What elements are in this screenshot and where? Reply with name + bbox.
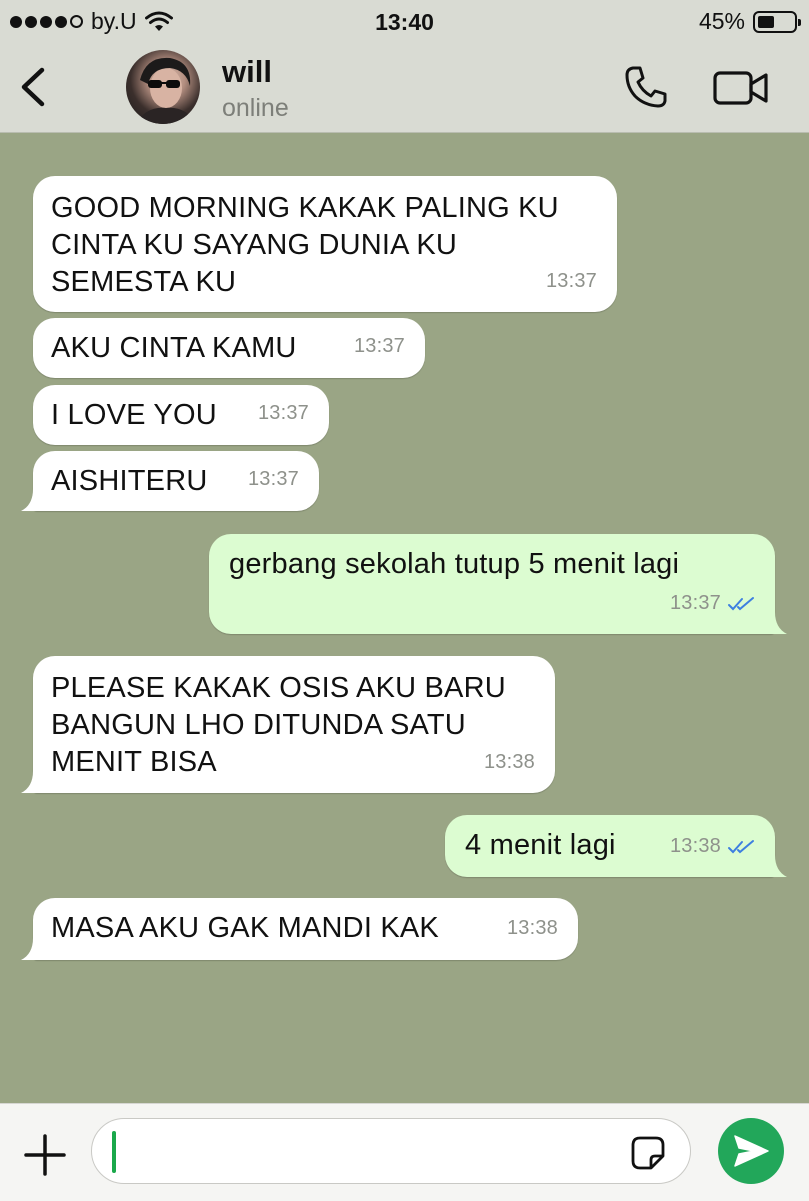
message-timestamp: 13:37 (669, 592, 721, 614)
chat-messages-area[interactable]: GOOD MORNING KAKAK PALING KU CINTA KU SA… (0, 133, 809, 1103)
phone-icon[interactable] (624, 64, 670, 110)
message-bubble-outgoing[interactable]: gerbang sekolah tutup 5 menit lagi 13:37 (209, 534, 787, 634)
message-bubble-incoming[interactable]: AISHITERU 13:37 (21, 451, 319, 511)
message-timestamp: 13:37 (257, 402, 309, 424)
bubble-tail (21, 489, 45, 511)
bubble-tail (763, 855, 787, 877)
double-check-read-icon (728, 839, 754, 853)
send-button[interactable] (718, 1118, 784, 1184)
status-bar-time: 13:40 (375, 9, 434, 35)
message-bubble-outgoing[interactable]: 4 menit lagi 13:38 (445, 815, 787, 877)
message-timestamp: 13:38 (483, 751, 535, 773)
message-time: 13:37 (354, 328, 405, 365)
message-text: gerbang sekolah tutup 5 menit lagi (229, 548, 680, 580)
message-input-bar (0, 1103, 809, 1201)
double-check-read-icon (728, 596, 754, 610)
message-time: 13:38 (670, 828, 757, 865)
sticker-icon[interactable] (630, 1135, 666, 1171)
chat-header: will online (0, 44, 809, 133)
text-cursor (112, 1131, 116, 1173)
message-bubble-incoming[interactable]: GOOD MORNING KAKAK PALING KU CINTA KU SA… (33, 176, 617, 312)
message-bubble-incoming[interactable]: AKU CINTA KAMU 13:37 (33, 318, 425, 378)
message-text: GOOD MORNING KAKAK PALING KU CINTA KU SA… (51, 192, 559, 298)
message-time: 13:37 (248, 461, 299, 498)
send-icon (734, 1135, 769, 1167)
message-time: 13:37 (258, 395, 309, 432)
message-timestamp: 13:37 (247, 468, 299, 490)
message-input[interactable] (91, 1118, 691, 1184)
message-bubble-incoming[interactable]: MASA AKU GAK MANDI KAK 13:38 (21, 898, 578, 960)
message-bubble-incoming[interactable]: I LOVE YOU 13:37 (33, 385, 329, 445)
message-text: MASA AKU GAK MANDI KAK (51, 912, 439, 944)
bubble-tail (21, 938, 45, 960)
battery-percent: 45% (698, 8, 745, 34)
battery-icon (753, 10, 801, 33)
video-camera-icon[interactable] (712, 68, 770, 108)
status-bar-right: 45% (698, 8, 801, 35)
contact-name[interactable]: will (222, 54, 272, 90)
bubble-tail (763, 612, 787, 634)
bubble-tail (21, 771, 45, 793)
message-timestamp: 13:38 (669, 835, 721, 857)
status-bar: by.U 13:40 45% (0, 0, 809, 44)
message-time: 13:38 (507, 910, 558, 947)
message-time: 13:37 (546, 263, 597, 300)
avatar-image (136, 57, 196, 124)
avatar[interactable] (126, 50, 200, 124)
back-chevron-icon[interactable] (14, 62, 54, 112)
message-time: 13:37 (670, 585, 757, 622)
contact-status: online (222, 94, 289, 122)
message-text-field[interactable] (124, 1129, 608, 1175)
message-timestamp: 13:38 (506, 917, 558, 939)
message-time: 13:38 (484, 744, 535, 781)
message-timestamp: 13:37 (353, 335, 405, 357)
message-text: PLEASE KAKAK OSIS AKU BARU BANGUN LHO DI… (51, 672, 506, 778)
message-bubble-incoming[interactable]: PLEASE KAKAK OSIS AKU BARU BANGUN LHO DI… (21, 656, 555, 793)
plus-icon[interactable] (22, 1132, 68, 1178)
message-timestamp: 13:37 (545, 270, 597, 292)
